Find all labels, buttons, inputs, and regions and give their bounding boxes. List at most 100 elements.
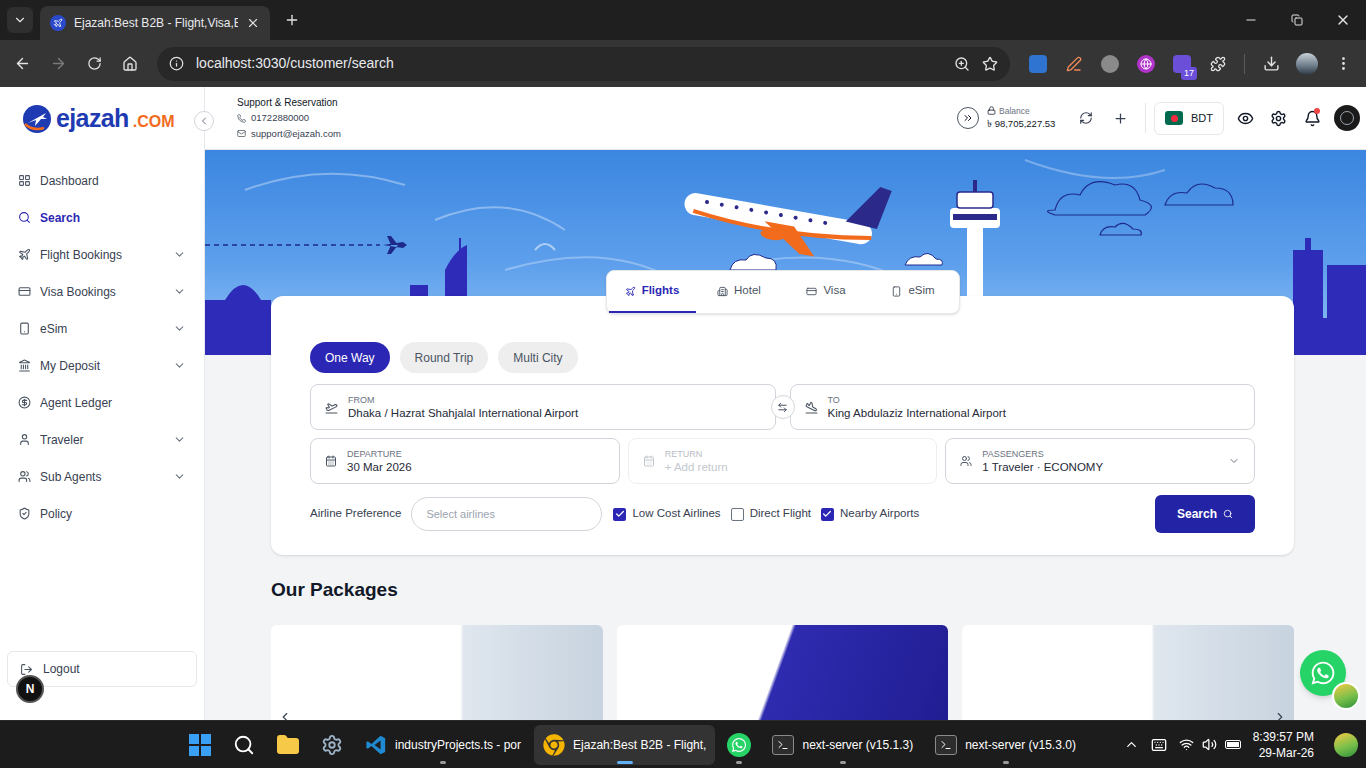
service-tab[interactable]: Visa <box>783 271 870 313</box>
downloads-button[interactable] <box>1253 46 1289 82</box>
show-hidden-icons-icon[interactable] <box>1124 737 1139 752</box>
service-tab[interactable]: Flights <box>609 271 696 313</box>
profile-button[interactable] <box>1289 46 1325 82</box>
windows-logo-icon <box>189 734 211 756</box>
forward-button[interactable] <box>40 46 76 82</box>
taskbar-app[interactable] <box>268 725 308 765</box>
back-button[interactable] <box>4 46 40 82</box>
sidebar-item-icon <box>18 285 31 298</box>
search-button[interactable]: Search <box>1155 495 1255 533</box>
forward-arrow-icon <box>50 55 67 72</box>
carousel-prev-button[interactable] <box>277 709 293 721</box>
to-field[interactable]: TOKing Abdulaziz International Airport <box>790 384 1256 430</box>
notification-center-icon[interactable] <box>1334 733 1358 757</box>
bookmark-star-icon[interactable] <box>982 56 998 72</box>
address-bar[interactable]: localhost:3030/customer/search <box>157 47 1010 81</box>
taskbar-app[interactable]: next-server (v15.1.3) <box>763 725 922 765</box>
taskbar-app[interactable]: next-server (v15.3.0) <box>926 725 1085 765</box>
package-card[interactable] <box>617 625 949 721</box>
zoom-icon[interactable] <box>954 56 970 72</box>
settings-button[interactable] <box>1262 101 1294 135</box>
user-avatar[interactable] <box>1334 105 1360 131</box>
departure-field[interactable]: DEPARTURE30 Mar 2026 <box>310 438 620 484</box>
currency-selector[interactable]: BDT <box>1154 102 1224 135</box>
taskbar-app[interactable] <box>224 725 264 765</box>
trip-type-button[interactable]: One Way <box>310 342 390 373</box>
close-window-button[interactable] <box>1320 0 1366 40</box>
refresh-balance-button[interactable] <box>1069 101 1103 135</box>
toggle-visibility-button[interactable] <box>1228 101 1262 135</box>
sidebar-item[interactable]: Visa Bookings <box>0 273 204 310</box>
menu-button[interactable] <box>1325 46 1361 82</box>
site-info-icon[interactable] <box>169 56 184 71</box>
chevron-down-icon <box>173 248 186 261</box>
logo[interactable]: ejazah.COM <box>0 87 204 150</box>
taskbar-app[interactable] <box>719 725 759 765</box>
swap-button[interactable] <box>771 395 795 419</box>
trip-type-button[interactable]: Multi City <box>498 342 577 373</box>
expand-balance-button[interactable] <box>957 107 979 129</box>
option-checkbox[interactable]: Direct Flight <box>731 505 811 522</box>
sidebar-item[interactable]: Dashboard <box>0 162 204 199</box>
pen-extension-icon[interactable] <box>1056 46 1092 82</box>
owl-extension-icon[interactable] <box>1092 46 1128 82</box>
carousel-next-button[interactable] <box>1272 709 1288 721</box>
home-button[interactable] <box>112 46 148 82</box>
taskbar-app[interactable] <box>312 725 352 765</box>
volume-icon[interactable] <box>1202 737 1217 752</box>
restore-button[interactable] <box>1274 0 1320 40</box>
sidebar-item[interactable]: Sub Agents <box>0 458 204 495</box>
taskbar-app[interactable]: Ejazah:Best B2B - Flight, <box>534 725 715 765</box>
chat-avatar[interactable] <box>1332 682 1360 710</box>
wifi-icon[interactable] <box>1179 737 1194 752</box>
dev-indicator-badge[interactable]: N <box>16 675 44 703</box>
badge-extension[interactable]: 17 <box>1164 46 1200 82</box>
terminal-icon <box>772 735 794 755</box>
reload-button[interactable] <box>76 46 112 82</box>
battery-icon[interactable] <box>1225 740 1241 749</box>
extension-f-icon[interactable] <box>1020 46 1056 82</box>
tab-search-button[interactable] <box>7 7 33 33</box>
browser-tab[interactable]: Ejazah:Best B2B - Flight,Visa,Esi <box>40 6 270 40</box>
gear-icon <box>1270 110 1287 127</box>
service-tab-icon <box>717 286 728 297</box>
return-field[interactable]: RETURN+ Add return <box>628 438 938 484</box>
add-balance-button[interactable] <box>1103 101 1137 135</box>
sidebar-item[interactable]: Policy <box>0 495 204 532</box>
clock[interactable]: 8:39:57 PM29-Mar-26 <box>1253 729 1314 761</box>
service-tab[interactable]: eSim <box>870 271 957 313</box>
sidebar-item[interactable]: Agent Ledger <box>0 384 204 421</box>
menu-dots-icon <box>1335 55 1352 72</box>
takeoff-icon <box>325 401 338 414</box>
option-checkbox[interactable]: Nearby Airports <box>821 505 919 522</box>
extensions-button[interactable] <box>1200 46 1236 82</box>
option-checkbox[interactable]: Low Cost Airlines <box>613 505 720 522</box>
bangladesh-flag-icon <box>1165 111 1183 125</box>
packages-section: Our Packages <box>271 576 1294 720</box>
new-tab-icon[interactable] <box>284 12 300 28</box>
search-card: FlightsHotelVisaeSimOne WayRound TripMul… <box>271 296 1294 555</box>
trip-type-button[interactable]: Round Trip <box>400 342 489 373</box>
sidebar-item[interactable]: eSim <box>0 310 204 347</box>
from-field[interactable]: FROMDhaka / Hazrat Shahjalal Internation… <box>310 384 776 430</box>
minimize-button[interactable] <box>1228 0 1274 40</box>
sidebar-collapse-button[interactable] <box>194 111 214 131</box>
service-tab[interactable]: Hotel <box>696 271 783 313</box>
sidebar-item[interactable]: Traveler <box>0 421 204 458</box>
sidebar-item[interactable]: Search <box>0 199 204 236</box>
taskbar-app[interactable] <box>180 725 220 765</box>
purple-extension-icon[interactable] <box>1128 46 1164 82</box>
chrome-icon <box>543 734 565 756</box>
keyboard-icon[interactable] <box>1151 737 1167 753</box>
airline-select[interactable]: Select airlines <box>411 497 602 531</box>
sidebar-item[interactable]: My Deposit <box>0 347 204 384</box>
package-card[interactable] <box>962 625 1294 721</box>
passengers-field[interactable]: PASSENGERS1 Traveler · ECONOMY <box>945 438 1255 484</box>
settings-icon <box>321 734 343 756</box>
sidebar-item[interactable]: Flight Bookings <box>0 236 204 273</box>
notifications-button[interactable] <box>1294 101 1330 135</box>
close-tab-icon[interactable] <box>246 16 260 30</box>
taskbar-app[interactable]: industryProjects.ts - por <box>356 725 530 765</box>
checkbox-box <box>821 508 834 521</box>
package-card[interactable] <box>271 625 603 721</box>
